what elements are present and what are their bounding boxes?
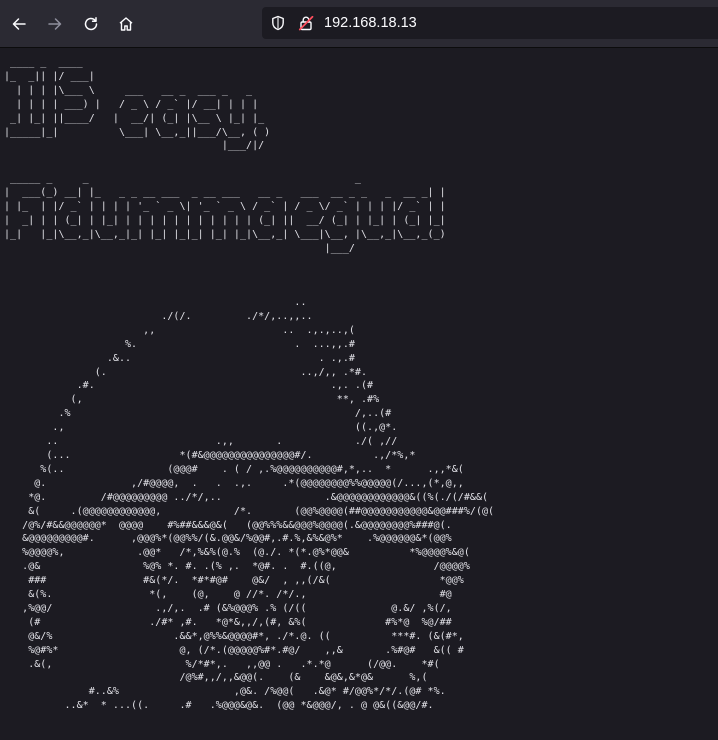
address-bar[interactable]: 192.168.18.13: [262, 7, 718, 39]
ascii-banner-title: ____ _ ____ |_ _|| |/ ___| | | | |\___ \…: [4, 57, 271, 152]
back-button[interactable]: [3, 8, 35, 40]
url-text[interactable]: 192.168.18.13: [324, 7, 417, 39]
page-content: ____ _ ____ |_ _|| |/ ___| | | | |\___ \…: [0, 48, 718, 740]
arrow-right-icon: [47, 16, 63, 32]
shield-icon[interactable]: [270, 15, 286, 31]
home-icon: [118, 16, 134, 32]
reload-icon: [83, 16, 99, 32]
arrow-left-icon: [11, 16, 27, 32]
insecure-lock-icon[interactable]: [298, 15, 314, 31]
reload-button[interactable]: [75, 8, 107, 40]
ascii-art: .. ./(/. ./*/,..,,.. ,, .. .,.,..,( %. .…: [22, 297, 495, 712]
browser-toolbar: 192.168.18.13: [0, 0, 718, 48]
home-button[interactable]: [110, 8, 142, 40]
forward-button[interactable]: [39, 8, 71, 40]
ascii-banner-subtitle: _____ _ _ _ | ___(_) __| |_ _ _ __ ___ _…: [4, 173, 446, 254]
